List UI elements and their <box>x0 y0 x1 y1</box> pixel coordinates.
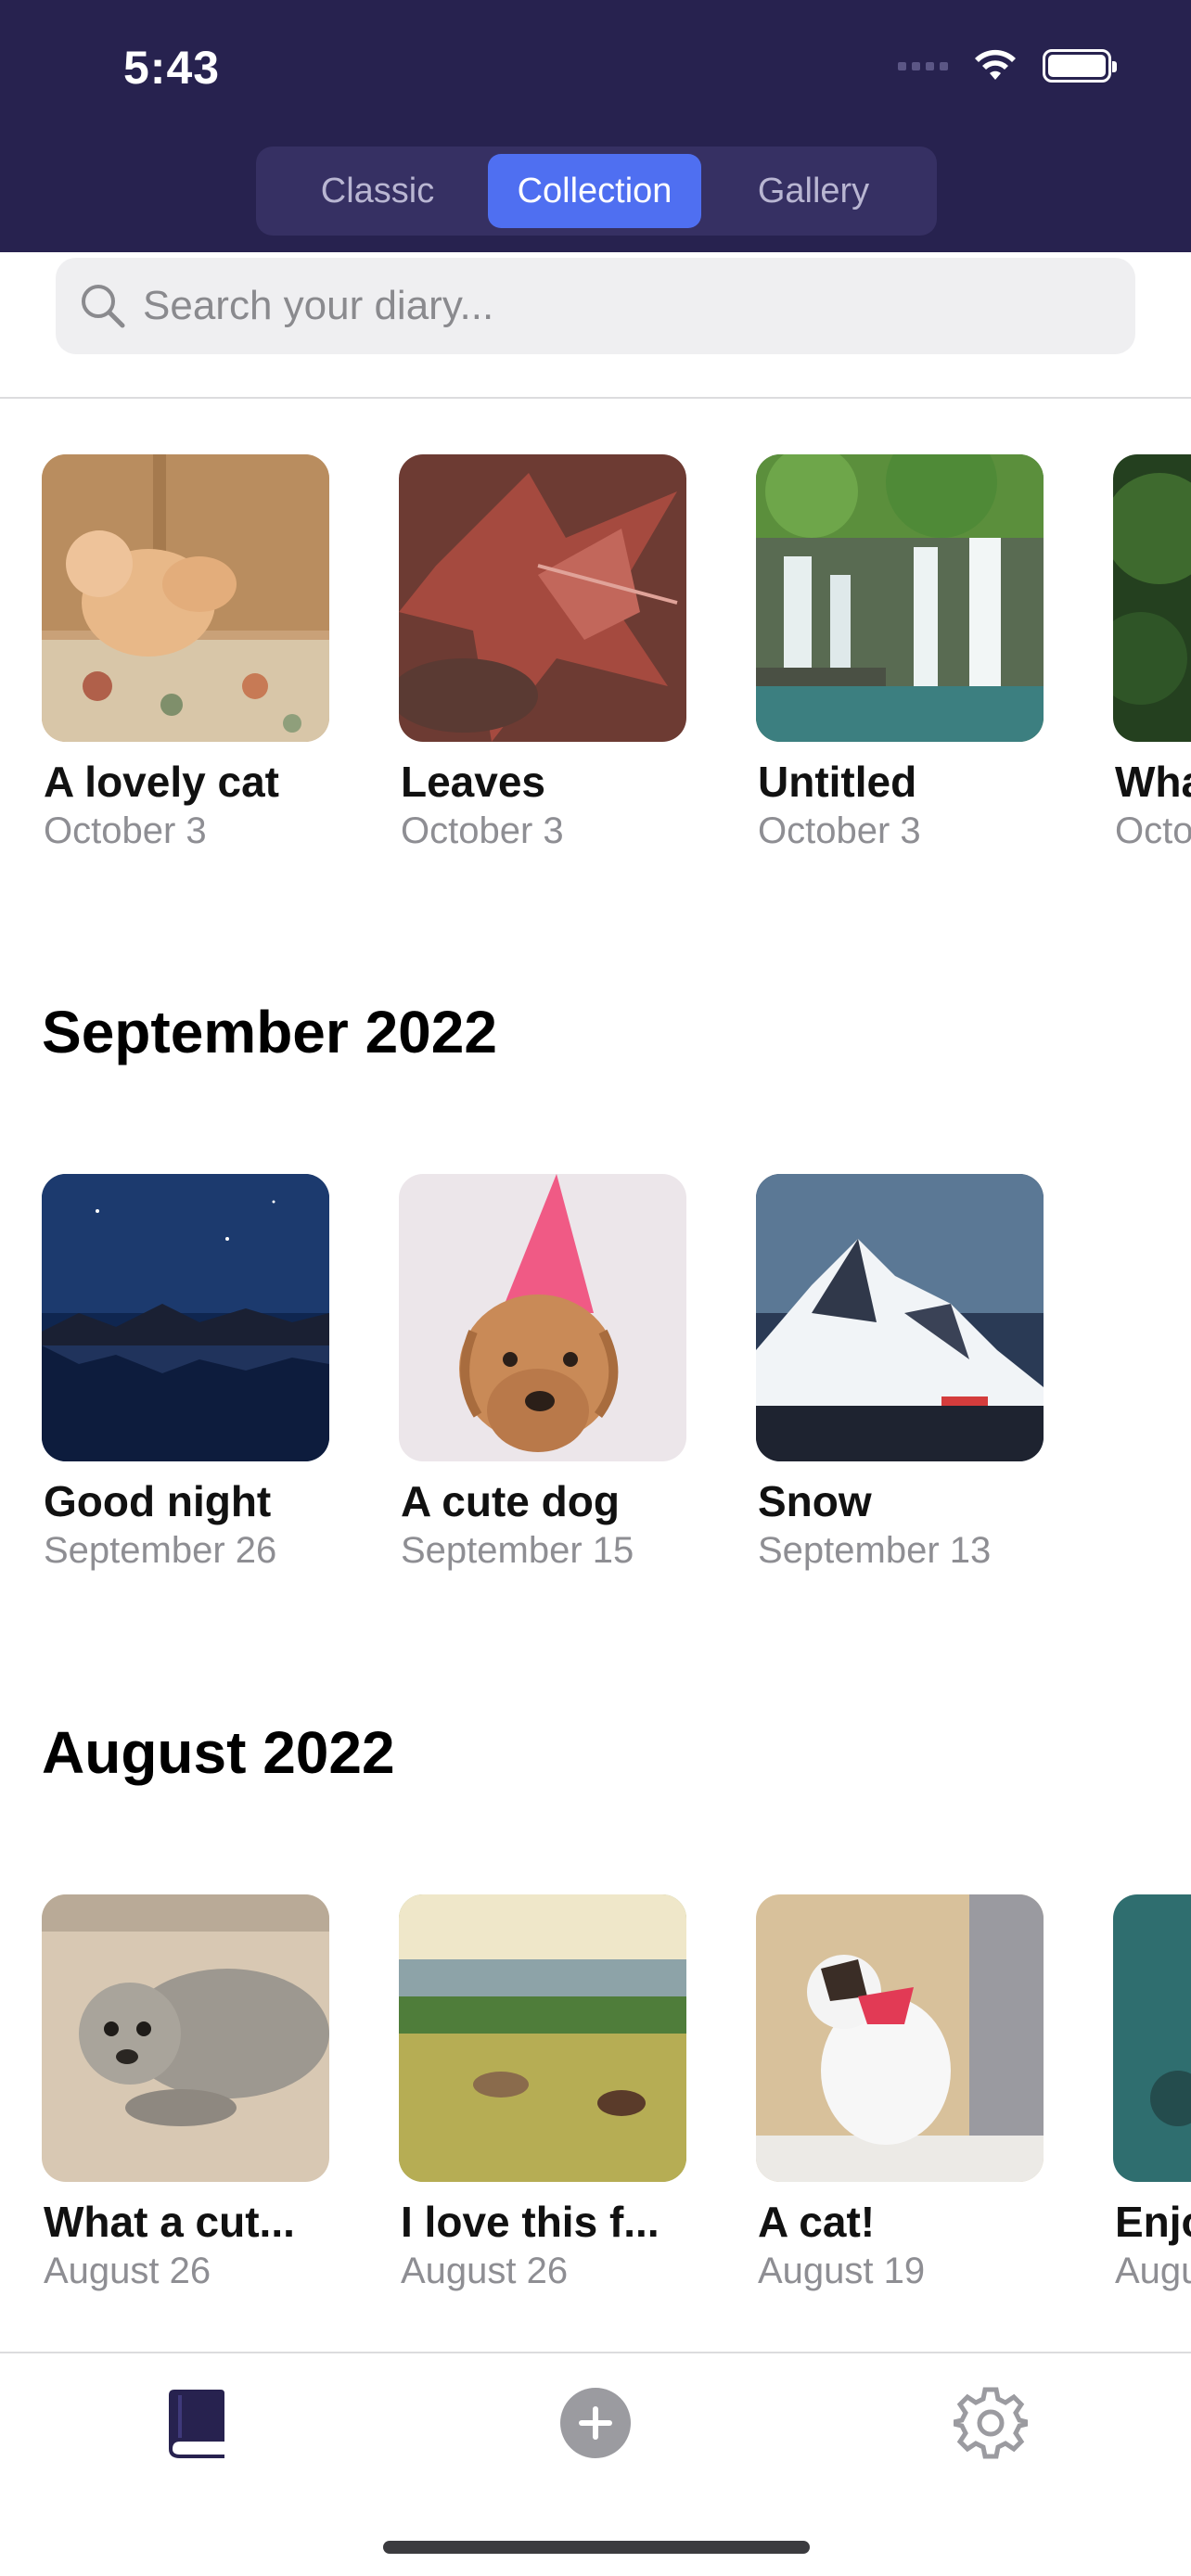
tab-settings[interactable] <box>949 2381 1032 2465</box>
entry-date: August 26 <box>401 2251 569 2291</box>
entry-thumbnail <box>1113 1894 1191 2182</box>
segment-classic[interactable]: Classic <box>267 154 488 228</box>
search-input[interactable] <box>143 283 1070 329</box>
segment-gallery[interactable]: Gallery <box>701 154 926 228</box>
entry-thumbnail <box>399 1174 686 1461</box>
tab-diary[interactable] <box>157 2381 240 2465</box>
entry-date: Augu <box>1115 2251 1191 2291</box>
search-divider <box>0 397 1191 399</box>
entry-date: Octo <box>1115 810 1191 851</box>
view-switcher: Classic Collection Gallery <box>256 147 937 236</box>
entry-card[interactable]: Enjo Augu <box>1113 1894 1191 2291</box>
entry-title: Leaves <box>401 758 546 806</box>
entry-thumbnail <box>399 454 686 742</box>
entry-title: A lovely cat <box>44 758 279 806</box>
entry-thumbnail <box>1113 454 1191 742</box>
entry-row-october: A lovely cat October 3 Leaves October 3 … <box>0 454 1191 881</box>
entry-title: Enjo <box>1115 2198 1191 2246</box>
entry-title: Good night <box>44 1477 272 1525</box>
entry-card[interactable]: A cute dog September 15 <box>399 1174 686 1571</box>
home-indicator <box>383 2541 810 2554</box>
status-icons <box>898 48 1117 83</box>
entry-thumbnail <box>756 1894 1044 2182</box>
settings-gear-icon <box>954 2387 1028 2459</box>
cellular-signal-icon <box>898 61 948 70</box>
entry-thumbnail <box>399 1894 686 2182</box>
entry-title: A cat! <box>758 2198 876 2246</box>
entry-title: Snow <box>758 1477 872 1525</box>
entry-date: September 15 <box>401 1530 634 1571</box>
entry-thumbnail <box>42 1894 329 2182</box>
entry-card[interactable]: What a cut... August 26 <box>42 1894 329 2291</box>
entry-date: August 26 <box>44 2251 211 2291</box>
entry-card[interactable]: Untitled October 3 <box>756 454 1044 851</box>
entry-thumbnail <box>42 454 329 742</box>
entry-thumbnail <box>42 1174 329 1461</box>
battery-icon <box>1043 49 1117 83</box>
entry-title: Wha <box>1115 758 1191 806</box>
section-title-september: September 2022 <box>42 999 497 1065</box>
entry-row-august: What a cut... August 26 I love this f...… <box>0 1894 1191 2321</box>
entry-date: September 26 <box>44 1530 277 1571</box>
entry-card[interactable]: Snow September 13 <box>756 1174 1044 1571</box>
wifi-icon <box>975 49 1016 80</box>
entry-date: October 3 <box>44 810 207 851</box>
entry-card[interactable]: Leaves October 3 <box>399 454 686 851</box>
search-bar[interactable] <box>56 258 1135 354</box>
entry-date: October 3 <box>758 810 921 851</box>
search-icon <box>82 285 125 328</box>
diary-book-icon <box>169 2390 224 2458</box>
section-title-august: August 2022 <box>42 1719 395 1786</box>
status-time: 5:43 <box>123 42 221 94</box>
top-header: 5:43 Classic Collection Gallery <box>0 0 1191 252</box>
entry-card[interactable]: A cat! August 19 <box>756 1894 1044 2291</box>
tab-add-entry[interactable] <box>554 2381 637 2465</box>
entry-card[interactable]: I love this f... August 26 <box>399 1894 686 2291</box>
entry-thumbnail <box>756 1174 1044 1461</box>
entry-title: Untitled <box>758 758 917 806</box>
entry-row-september: Good night September 26 A cute dog Septe… <box>0 1174 1191 1600</box>
entry-date: October 3 <box>401 810 564 851</box>
entry-card[interactable]: A lovely cat October 3 <box>42 454 329 851</box>
segment-collection[interactable]: Collection <box>488 154 701 228</box>
entry-card[interactable]: Good night September 26 <box>42 1174 329 1571</box>
entry-thumbnail <box>756 454 1044 742</box>
entry-title: A cute dog <box>401 1477 620 1525</box>
entry-date: September 13 <box>758 1530 992 1571</box>
entry-card[interactable]: Wha Octo <box>1113 454 1191 851</box>
entry-date: August 19 <box>758 2251 926 2291</box>
entry-title: I love this f... <box>401 2198 660 2246</box>
add-icon <box>560 2388 631 2458</box>
entry-title: What a cut... <box>44 2198 295 2246</box>
